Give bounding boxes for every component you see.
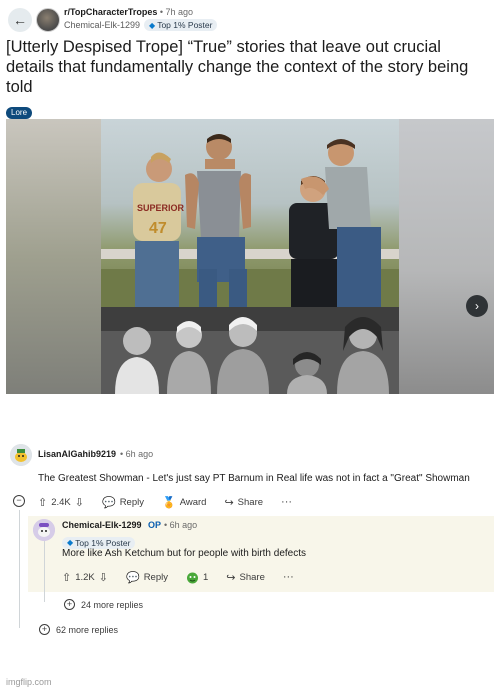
reply-more-button[interactable]: ··· xyxy=(283,571,294,583)
downvote-icon[interactable]: ⇩ xyxy=(75,496,84,509)
comment-share-button[interactable]: ↪ Share xyxy=(224,496,263,509)
minus-icon: − xyxy=(16,495,22,505)
comment-body: The Greatest Showman - Let's just say PT… xyxy=(38,473,470,484)
reply-avatar[interactable] xyxy=(33,519,55,541)
reply-actions: ⇧ 1.2K ⇩ 💬 Reply 1 ↪ Share ··· xyxy=(62,569,312,585)
post-image-gallery[interactable]: SUPERIOR 47 › xyxy=(6,119,494,394)
reply-award-count: 1 xyxy=(202,571,209,583)
reply-share-button[interactable]: ↪ Share xyxy=(226,571,265,584)
comment-author[interactable]: LisanAlGahib9219 xyxy=(38,449,116,459)
reply-icon: 💬 xyxy=(101,496,116,509)
reply-reply-label: Reply xyxy=(143,571,168,583)
op-badge: OP xyxy=(148,520,162,530)
upvote-icon[interactable]: ⇧ xyxy=(62,571,71,584)
svg-text:SUPERIOR: SUPERIOR xyxy=(137,203,185,213)
reply-share-label: Share xyxy=(239,571,265,583)
post-title[interactable]: [Utterly Despised Trope] “True” stories … xyxy=(6,37,492,97)
post-flair-tag[interactable]: Lore xyxy=(6,107,33,119)
svg-text:47: 47 xyxy=(149,220,167,237)
author-flair: ◆ Top 1% Poster xyxy=(144,19,218,31)
imgflip-watermark: imgflip.com xyxy=(6,677,52,687)
award-emoji-icon xyxy=(186,572,198,583)
gallery-blur-right xyxy=(399,119,494,394)
subreddit-avatar[interactable] xyxy=(36,8,60,32)
gallery-blur-left xyxy=(6,119,101,394)
award-icon: 🏅 xyxy=(161,496,176,509)
reply-score: 1.2K xyxy=(75,571,95,583)
reply-more-replies-label: 24 more replies xyxy=(81,599,144,610)
post-author[interactable]: Chemical-Elk-1299 xyxy=(64,20,140,30)
author-flair-text: Top 1% Poster xyxy=(157,20,213,30)
author-line: Chemical-Elk-1299 ◆ Top 1% Poster xyxy=(64,19,218,31)
flair-icon: ◆ xyxy=(67,538,74,547)
bw-photo-illustration xyxy=(101,307,399,394)
post-header: ← r/TopCharacterTropes • 7h ago Chemical… xyxy=(6,6,494,34)
collapse-thread-button[interactable]: − xyxy=(13,495,25,507)
snoo-avatar-icon xyxy=(10,444,32,466)
back-arrow-icon: ← xyxy=(13,12,27,28)
reply-icon: 💬 xyxy=(125,571,140,584)
color-photo-illustration: SUPERIOR 47 xyxy=(101,134,399,307)
comment-actions: ⇧ 2.4K ⇩ 💬 Reply 🏅 Award ↪ Share ··· xyxy=(38,494,310,510)
comment-time-line: • 6h ago xyxy=(120,449,153,459)
upvote-icon[interactable]: ⇧ xyxy=(38,496,47,509)
more-icon: ··· xyxy=(282,571,294,583)
comment-award-label: Award xyxy=(179,496,207,508)
reply-more-replies[interactable]: + 24 more replies xyxy=(64,599,143,610)
post-time: 7h ago xyxy=(165,7,194,17)
gallery-photo-color: SUPERIOR 47 xyxy=(101,119,399,307)
back-button[interactable]: ← xyxy=(8,8,32,32)
gallery-photo-bw xyxy=(101,307,399,394)
reply-body: More like Ash Ketchum but for people wit… xyxy=(62,548,307,559)
comment-more-replies[interactable]: + 62 more replies xyxy=(39,624,118,635)
subreddit-name[interactable]: r/TopCharacterTropes xyxy=(64,7,157,17)
reply-author[interactable]: Chemical-Elk-1299 xyxy=(62,520,142,530)
expand-icon: + xyxy=(39,624,50,635)
comment-share-label: Share xyxy=(237,496,264,508)
expand-icon: + xyxy=(64,599,75,610)
comment-more-replies-label: 62 more replies xyxy=(56,624,119,635)
reply-award-button[interactable]: 1 xyxy=(186,571,208,584)
thread-line-reply xyxy=(44,540,45,602)
comment-score: 2.4K xyxy=(51,496,71,508)
share-icon: ↪ xyxy=(226,571,236,584)
reply-reply-button[interactable]: 💬 Reply xyxy=(126,571,168,584)
comment-avatar[interactable] xyxy=(10,444,32,466)
comment-reply-label: Reply xyxy=(119,496,144,508)
downvote-icon[interactable]: ⇩ xyxy=(99,571,108,584)
flair-icon: ◆ xyxy=(149,20,156,30)
reply-time: 6h ago xyxy=(169,520,198,530)
more-icon: ··· xyxy=(281,496,293,508)
snoo-avatar-icon xyxy=(33,519,55,541)
subreddit-line: r/TopCharacterTropes • 7h ago xyxy=(64,7,193,17)
comment-vote-group: ⇧ 2.4K ⇩ xyxy=(38,496,84,509)
reply-vote-group: ⇧ 1.2K ⇩ xyxy=(62,571,108,584)
gallery-next-button[interactable]: › xyxy=(466,295,488,317)
reply-flair-text: Top 1% Poster xyxy=(75,537,131,548)
reply-flair: ◆ Top 1% Poster xyxy=(62,536,136,549)
thread-line-main xyxy=(19,510,20,628)
comment-time: 6h ago xyxy=(125,449,154,459)
comment-award-button[interactable]: 🏅 Award xyxy=(162,496,206,509)
chevron-right-icon: › xyxy=(475,299,479,313)
share-icon: ↪ xyxy=(224,496,234,509)
separator-dot: • xyxy=(157,7,166,17)
comment-reply-button[interactable]: 💬 Reply xyxy=(102,496,144,509)
reply-time-line: • 6h ago xyxy=(164,520,197,530)
comment-more-button[interactable]: ··· xyxy=(281,496,292,508)
